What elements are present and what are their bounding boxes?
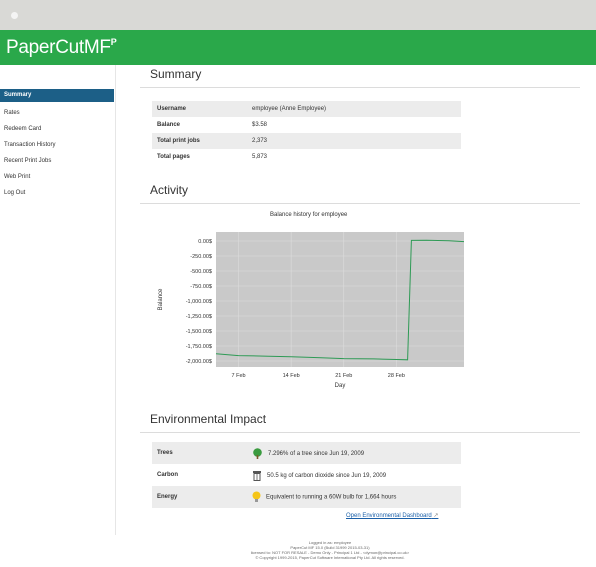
sidebar-item-log-out[interactable]: Log Out xyxy=(0,185,114,201)
summary-heading: Summary xyxy=(150,67,202,81)
table-row: Trees 7.296% of a tree since Jun 19, 200… xyxy=(152,442,461,464)
footer-copyright: © Copyright 1999-2015, PaperCut Software… xyxy=(255,555,405,560)
activity-divider xyxy=(140,203,580,204)
sidebar-item-summary[interactable]: Summary xyxy=(0,89,114,102)
y-axis-ticks: 0.00$ -250.00$ -500.00$ -750.00$ -1,000.00$ -… xyxy=(186,239,212,365)
y-tick-label: -1,250.00$ xyxy=(186,314,212,320)
balance-value: $3.58 xyxy=(252,122,268,128)
sidebar-divider xyxy=(115,65,116,535)
total-pages-value: 5,873 xyxy=(252,154,268,160)
carbon-value-cell: 50.5 kg of carbon dioxide since Jun 19, … xyxy=(247,464,461,486)
energy-label: Energy xyxy=(157,494,178,500)
sidebar-item-transaction-history[interactable]: Transaction History xyxy=(0,137,114,153)
table-row: Energy Equivalent to running a 60W bulb … xyxy=(152,486,461,508)
balance-label: Balance xyxy=(157,122,181,128)
table-row: Total pages 5,873 xyxy=(152,149,461,165)
trees-label: Trees xyxy=(157,450,173,456)
y-tick-label: -1,500.00$ xyxy=(186,329,212,335)
plot-area xyxy=(216,232,464,367)
sidebar-item-rates[interactable]: Rates xyxy=(0,105,114,121)
tree-icon xyxy=(253,447,262,459)
table-row: Total print jobs 2,373 xyxy=(152,133,461,149)
username-value: employee (Anne Employee) xyxy=(252,106,327,112)
trees-value-cell: 7.296% of a tree since Jun 19, 2009 xyxy=(247,442,461,464)
x-tick-label: 21 Feb xyxy=(335,373,352,379)
environment-table: Trees 7.296% of a tree since Jun 19, 200… xyxy=(152,442,461,508)
balance-chart: 0.00$ -250.00$ -500.00$ -750.00$ -1,000.00$ -… xyxy=(158,232,465,389)
table-row: Balance $3.58 xyxy=(152,117,461,133)
window-dot-icon xyxy=(11,12,18,19)
dashboard-link-text: Open Environmental Dashboard xyxy=(346,513,432,519)
window-titlebar xyxy=(0,0,596,30)
x-axis-ticks: 7 Feb 14 Feb 21 Feb 28 Feb xyxy=(232,373,405,379)
page-footer: Logged in as: employee PaperCut MF 15.0 … xyxy=(180,540,480,560)
energy-value-cell: Equivalent to running a 60W bulb for 1,6… xyxy=(247,486,461,508)
y-tick-label: -2,000.00$ xyxy=(186,359,212,365)
x-tick-label: 14 Feb xyxy=(283,373,300,379)
environment-heading: Environmental Impact xyxy=(150,412,267,426)
trees-value: 7.296% of a tree since Jun 19, 2009 xyxy=(268,450,365,457)
trash-icon xyxy=(253,470,261,481)
chart-title: Balance history for employee xyxy=(270,212,348,218)
y-tick-label: -750.00$ xyxy=(190,284,212,290)
sidebar-item-redeem-card[interactable]: Redeem Card xyxy=(0,121,114,137)
x-axis-label: Day xyxy=(335,383,346,389)
sidebar-nav: Summary Rates Redeem Card Transaction Hi… xyxy=(0,89,114,201)
print-jobs-label: Total print jobs xyxy=(157,138,200,144)
sidebar-item-recent-print-jobs[interactable]: Recent Print Jobs xyxy=(0,153,114,169)
energy-value: Equivalent to running a 60W bulb for 1,6… xyxy=(266,494,397,501)
bulb-icon xyxy=(252,491,261,502)
carbon-label: Carbon xyxy=(157,472,178,478)
y-tick-label: 0.00$ xyxy=(198,239,212,245)
username-label: Username xyxy=(157,106,187,112)
activity-heading: Activity xyxy=(150,183,189,197)
y-axis-label: Balance xyxy=(158,288,164,310)
environmental-dashboard-link[interactable]: Open Environmental Dashboard ↗ xyxy=(346,512,438,519)
y-tick-label: -250.00$ xyxy=(190,254,212,260)
carbon-value: 50.5 kg of carbon dioxide since Jun 19, … xyxy=(267,472,387,479)
table-row: Username employee (Anne Employee) xyxy=(152,101,461,117)
table-row: Carbon 50.5 kg of carbon dioxide since J… xyxy=(152,464,461,486)
y-tick-label: -1,000.00$ xyxy=(186,299,212,305)
external-link-icon: ↗ xyxy=(431,513,439,519)
logo-mark: P xyxy=(110,37,117,47)
environment-divider xyxy=(140,432,580,433)
x-tick-label: 7 Feb xyxy=(232,373,246,379)
total-pages-label: Total pages xyxy=(157,154,190,160)
summary-table: Username employee (Anne Employee) Balance… xyxy=(152,101,461,165)
x-tick-label: 28 Feb xyxy=(388,373,405,379)
y-tick-label: -1,750.00$ xyxy=(186,344,212,350)
print-jobs-value: 2,373 xyxy=(252,138,268,144)
papercut-logo[interactable]: PaperCutMFP xyxy=(6,37,117,59)
logo-text: PaperCutMF xyxy=(6,37,111,58)
y-tick-label: -500.00$ xyxy=(190,269,212,275)
summary-divider xyxy=(140,87,580,88)
sidebar-item-web-print[interactable]: Web Print xyxy=(0,169,114,185)
